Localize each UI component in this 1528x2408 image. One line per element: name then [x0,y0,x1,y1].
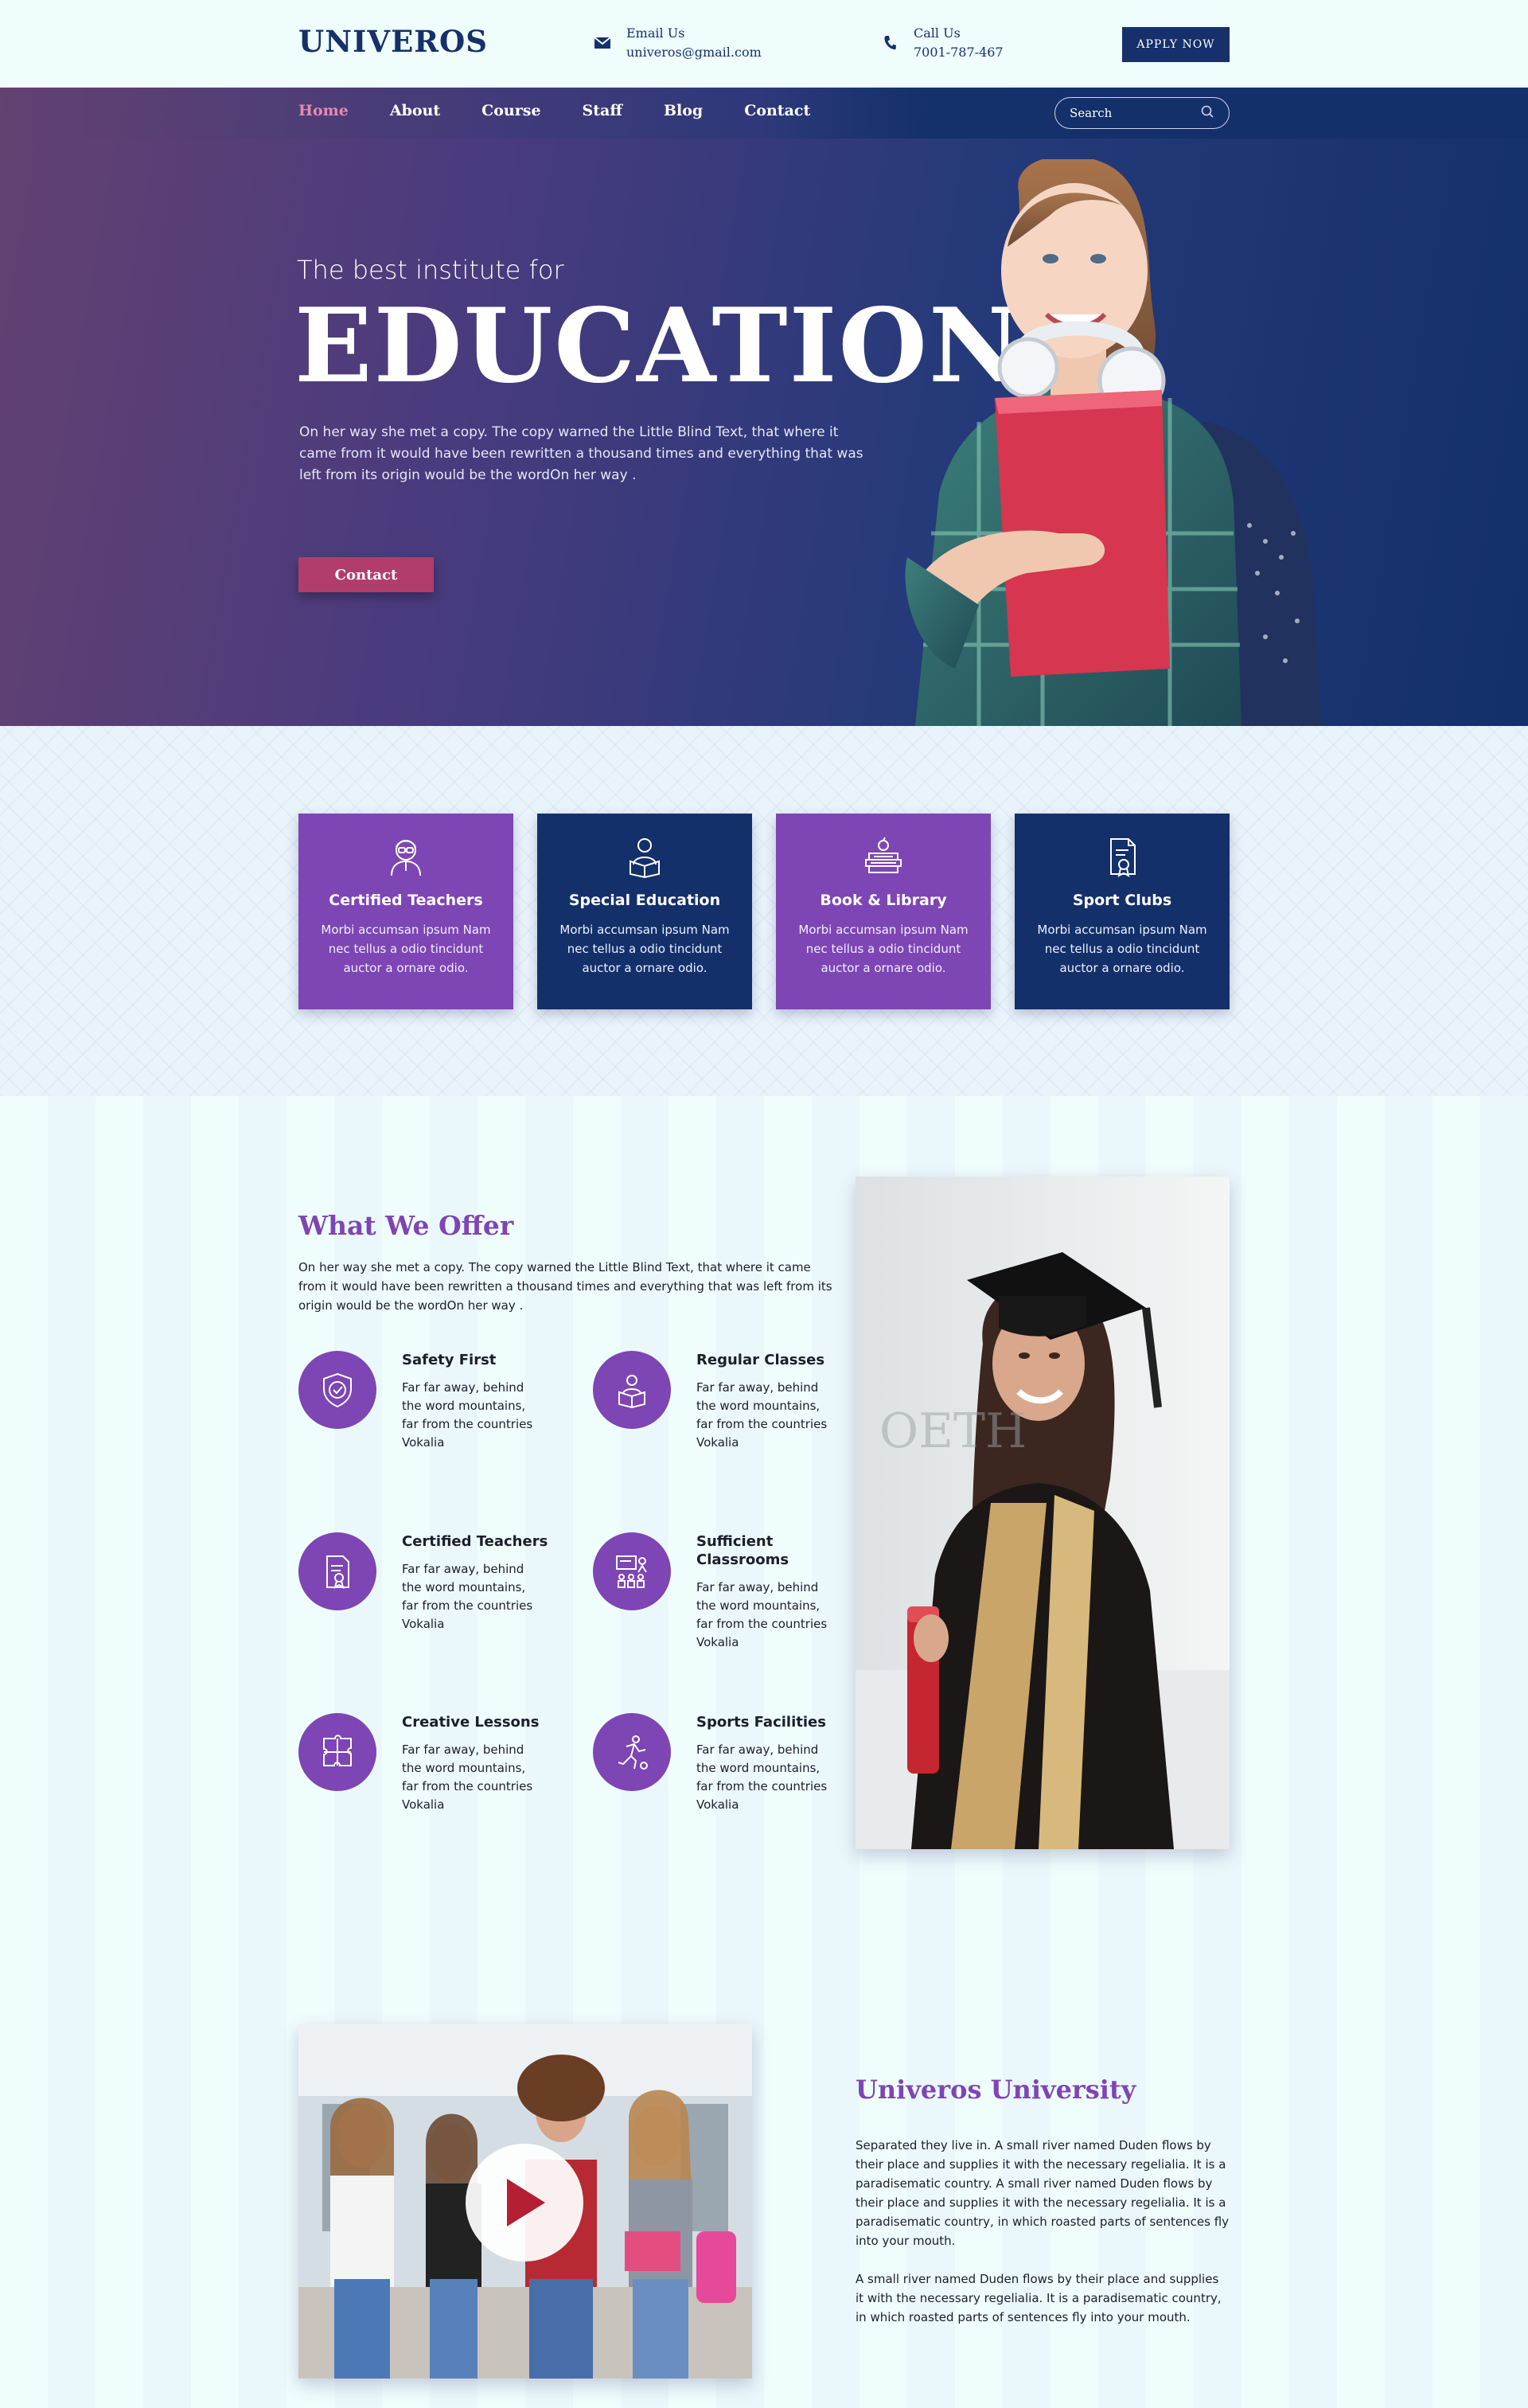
nav-contact[interactable]: Contact [744,102,810,119]
offer-item-title: Safety First [402,1352,497,1368]
play-icon [507,2179,545,2227]
phone-value[interactable]: 7001-787-467 [914,43,1004,62]
student-photo [905,159,1321,726]
email-value[interactable]: univeros@gmail.com [626,43,762,62]
offer-item-title: Sports Facilities [696,1714,826,1731]
offer-item-title: Regular Classes [696,1352,825,1368]
offer-item-text: Far far away, behind the word mountains,… [402,1743,533,1812]
feature-card-sport-clubs[interactable]: Sport Clubs Morbi accumsan ipsum Nam nec… [1015,814,1230,1009]
offer-item-text: Far far away, behind the word mountains,… [696,1380,828,1450]
hero-section: Home About Course Staff Blog Contact The… [0,88,1528,726]
hero-subtitle: The best institute for [297,255,564,285]
feature-text: Morbi accumsan ipsum Nam nec tellus a od… [559,923,730,975]
certificate-icon [298,1532,376,1610]
feature-card-certified-teachers[interactable]: Certified Teachers Morbi accumsan ipsum … [298,814,513,1009]
teacher-icon [391,840,421,876]
phone-label: Call Us [914,25,961,41]
feature-text: Morbi accumsan ipsum Nam nec tellus a od… [321,923,491,975]
phone-contact: Call Us 7001-787-467 [880,24,1004,62]
feature-title: Sport Clubs [1072,892,1172,909]
email-contact: Email Us univeros@gmail.com [593,24,762,62]
nav-course[interactable]: Course [481,102,540,119]
svg-text:OETH: OETH [879,1403,1027,1459]
reading-icon [593,1351,671,1429]
feature-title: Book & Library [820,892,947,909]
university-paragraph-2: A small river named Duden flows by their… [856,2272,1222,2324]
site-logo[interactable]: UNIVEROS [298,24,488,59]
phone-icon [880,33,899,53]
graduate-photo: OETH [856,1177,1230,1849]
search-icon[interactable] [1200,104,1214,122]
search-box [1054,97,1230,129]
apply-now-button[interactable]: APPLY NOW [1122,27,1230,62]
nav-blog[interactable]: Blog [664,102,703,119]
offer-item-title: Sufficient Classrooms [696,1533,789,1568]
hero-description: On her way she met a copy. The copy warn… [299,424,863,483]
offer-item-text: Far far away, behind the word mountains,… [402,1380,533,1450]
features-band: Certified Teachers Morbi accumsan ipsum … [0,726,1528,1096]
hero-contact-button[interactable]: Contact [298,557,434,592]
books-icon [865,837,902,873]
offer-item-text: Far far away, behind the word mountains,… [696,1580,828,1649]
university-paragraph-1: Separated they live in. A small river na… [856,2138,1230,2248]
email-label: Email Us [626,25,685,41]
main-nav: Home About Course Staff Blog Contact [0,88,1528,139]
feature-card-book-library[interactable]: Book & Library Morbi accumsan ipsum Nam … [776,814,991,1009]
play-button[interactable] [466,2144,583,2262]
offer-item-title: Certified Teachers [402,1533,548,1550]
feature-text: Morbi accumsan ipsum Nam nec tellus a od… [1037,923,1207,975]
feature-title: Special Education [568,892,721,909]
certificate-icon [1110,838,1136,877]
offer-description: On her way she met a copy. The copy warn… [298,1260,832,1313]
nav-staff[interactable]: Staff [583,102,622,119]
offer-item-text: Far far away, behind the word mountains,… [402,1562,533,1631]
reader-icon [630,838,660,879]
students-video-thumbnail[interactable] [298,2024,752,2379]
feature-card-special-education[interactable]: Special Education Morbi accumsan ipsum N… [537,814,752,1009]
offer-title: What We Offer [298,1210,514,1241]
search-input[interactable] [1070,106,1189,120]
feature-text: Morbi accumsan ipsum Nam nec tellus a od… [798,923,969,975]
sports-icon [593,1713,671,1791]
offer-item-text: Far far away, behind the word mountains,… [696,1743,828,1812]
university-title: Univeros University [856,2074,1136,2105]
offer-item-title: Creative Lessons [402,1714,540,1731]
shield-icon [298,1351,376,1429]
mail-icon [593,33,612,53]
top-bar: UNIVEROS Email Us univeros@gmail.com Cal… [0,0,1528,88]
nav-about[interactable]: About [390,102,440,119]
feature-title: Certified Teachers [329,892,483,909]
nav-home[interactable]: Home [298,102,349,119]
puzzle-icon [298,1713,376,1791]
classroom-icon [593,1532,671,1610]
